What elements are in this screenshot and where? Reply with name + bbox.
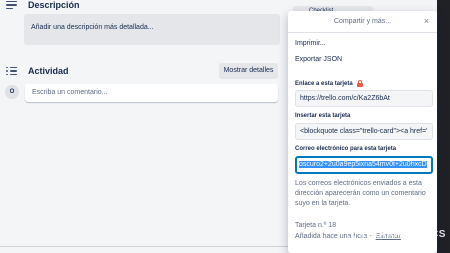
link-label: Enlace a esta tarjeta <box>295 80 363 87</box>
close-icon[interactable]: × <box>424 16 429 27</box>
share-popover: Compartir y más... × Imprimir... Exporta… <box>288 11 437 253</box>
email-help-text: Los correos electrónicos enviados a esta… <box>295 180 426 207</box>
description-header: Descripción <box>6 0 80 10</box>
print-item[interactable]: Imprimir... <box>295 40 326 47</box>
link-field[interactable]: https://trello.com/c/Ka2Z6bAt <box>295 90 433 107</box>
board-background <box>437 0 450 253</box>
card-number: Tarjeta n.º 18 <box>295 222 337 229</box>
activity-title: Actividad <box>28 66 69 76</box>
show-details-button[interactable]: Mostrar detalles <box>219 63 278 79</box>
popover-title: Compartir y más... <box>288 11 437 33</box>
activity-icon <box>6 66 17 76</box>
export-json-item[interactable]: Exportar JSON <box>295 56 342 63</box>
lock-icon <box>356 80 363 87</box>
email-label: Correo electrónico para esta tarjeta <box>295 146 397 152</box>
avatar[interactable]: O <box>5 85 19 99</box>
watermark-text: XATAKA BASICS <box>359 229 446 240</box>
description-title: Descripción <box>28 0 80 10</box>
description-icon <box>6 0 17 10</box>
watermark: XATAKA BASICS <box>347 229 446 240</box>
activity-header: Actividad <box>6 66 69 76</box>
comment-input[interactable]: Escriba un comentario... <box>25 84 278 102</box>
xataka-logo-icon <box>347 230 356 239</box>
link-label-text: Enlace a esta tarjeta <box>295 80 353 87</box>
email-field-selection: oscuro2+2u0a9ep5ixna54mv0t+2u0hxcD <box>299 161 427 168</box>
embed-field[interactable]: <blockquote class="trello-card"><a href=… <box>295 123 433 140</box>
embed-label: Insertar esta tarjeta <box>295 113 351 119</box>
description-input[interactable]: Añadir una descripción más detallada... <box>24 14 280 45</box>
email-field[interactable]: oscuro2+2u0a9ep5ixna54mv0t+2u0hxcD <box>295 156 433 174</box>
